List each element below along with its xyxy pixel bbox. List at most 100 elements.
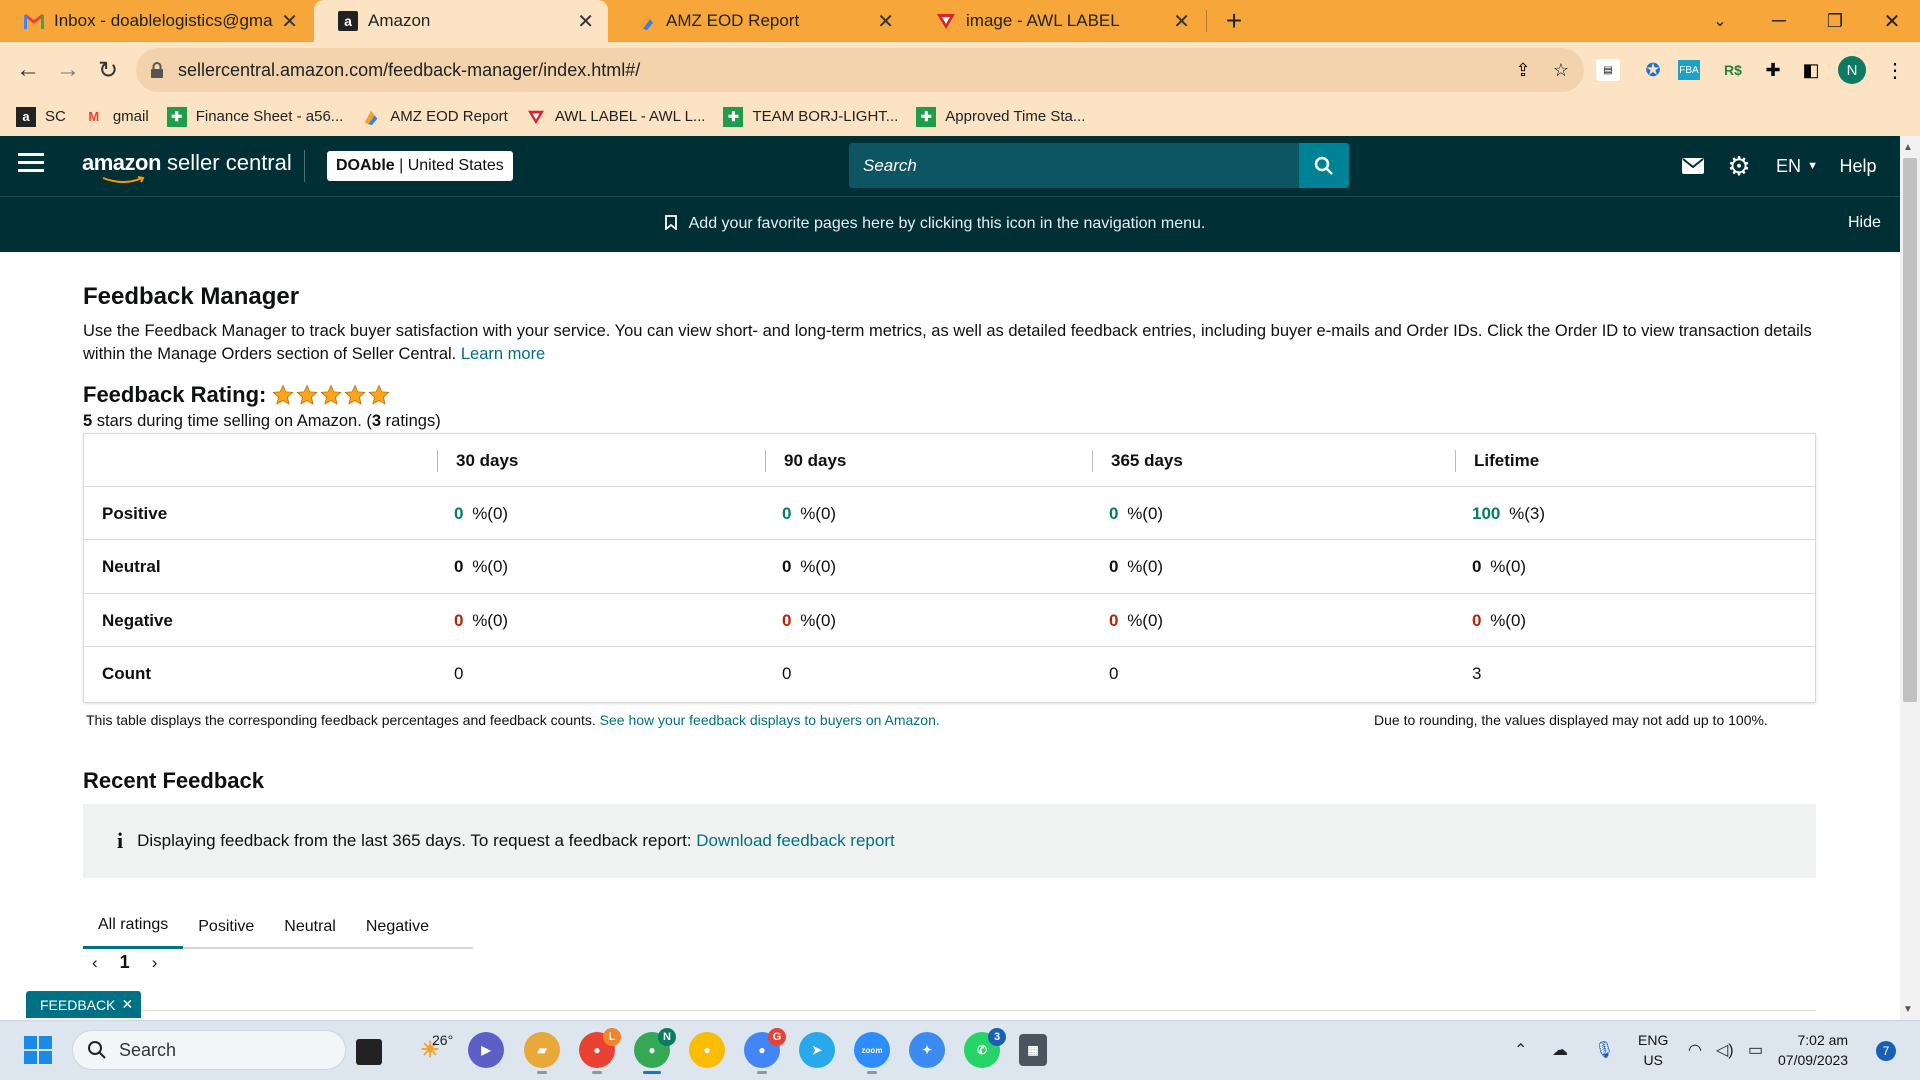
tab-search-chevron-icon[interactable]: ⌄ bbox=[1692, 0, 1748, 42]
windows-start-icon[interactable] bbox=[24, 1036, 52, 1064]
chrome-profile-n-icon[interactable]: ● N bbox=[634, 1028, 676, 1074]
table-cell: 0 %(0) bbox=[782, 541, 836, 594]
close-icon[interactable]: ✕ bbox=[1173, 9, 1190, 34]
restore-button[interactable]: ❐ bbox=[1807, 0, 1863, 42]
see-how-feedback-displays-link[interactable]: See how your feedback displays to buyers… bbox=[600, 712, 940, 728]
whatsapp-icon[interactable]: ✆ 3 bbox=[964, 1028, 1006, 1068]
count-value: 0 bbox=[782, 664, 792, 683]
store-separator: | bbox=[394, 157, 408, 174]
sheets-icon bbox=[361, 107, 381, 127]
bookmark-sc[interactable]: a SC bbox=[16, 106, 66, 127]
new-tab-button[interactable]: + bbox=[1206, 0, 1262, 42]
table-row: Negative 0 %(0) 0 %(0) 0 %(0) 0 %(0) bbox=[84, 594, 1815, 647]
gmail-icon bbox=[24, 11, 44, 31]
intro-text: Use the Feedback Manager to track buyer … bbox=[83, 322, 1812, 363]
task-view-icon[interactable] bbox=[356, 1039, 382, 1065]
tab-inbox[interactable]: Inbox - doablelogistics@gmail.com ✕ bbox=[0, 0, 312, 42]
bookmark-finance-sheet[interactable]: ✚ Finance Sheet - a56... bbox=[166, 106, 343, 127]
bookmark-star-icon[interactable]: ☆ bbox=[1546, 55, 1576, 85]
bookmark-gmail[interactable]: Mgmail bbox=[84, 107, 148, 127]
bookmark-team-borj[interactable]: ✚ TEAM BORJ-LIGHT... bbox=[723, 106, 898, 127]
chrome-profile-l-icon[interactable]: ● L bbox=[579, 1028, 621, 1074]
chevron-up-icon[interactable]: ⌃ bbox=[1514, 1040, 1527, 1060]
feedback-button[interactable]: FEEDBACK ✕ bbox=[26, 991, 142, 1018]
chrome-icon[interactable]: ● bbox=[689, 1032, 725, 1068]
share-icon[interactable]: ⇪ bbox=[1508, 55, 1538, 85]
close-icon[interactable]: ✕ bbox=[577, 9, 594, 34]
onedrive-icon[interactable]: ☁ bbox=[1552, 1040, 1568, 1060]
store-switcher[interactable]: DOAble | United States bbox=[327, 151, 513, 181]
input-language[interactable]: ENG US bbox=[1638, 1030, 1668, 1070]
summary-end: ratings) bbox=[381, 412, 441, 430]
menu-kebab-icon[interactable]: ⋮ bbox=[1880, 55, 1910, 85]
taskbar-search[interactable]: Search bbox=[72, 1030, 346, 1070]
wifi-icon[interactable]: ◠ bbox=[1688, 1040, 1702, 1060]
scroll-down-arrow-icon[interactable]: ▼ bbox=[1903, 1004, 1913, 1015]
bookmark-awl-label[interactable]: AWL LABEL - AWL L... bbox=[526, 107, 705, 127]
close-icon[interactable]: ✕ bbox=[121, 996, 133, 1013]
puzzle-icon[interactable]: ✚ bbox=[1758, 55, 1788, 85]
count-value: %(3) bbox=[1504, 503, 1545, 523]
file-explorer-icon[interactable]: ▰ bbox=[524, 1032, 560, 1074]
forward-button[interactable]: → bbox=[48, 50, 88, 90]
tab-all-ratings[interactable]: All ratings bbox=[83, 904, 184, 949]
summary-text: stars during time selling on Amazon. ( bbox=[92, 412, 372, 430]
hamburger-menu-icon[interactable] bbox=[18, 153, 44, 177]
extension-blue-icon[interactable]: ✪ bbox=[1638, 55, 1668, 85]
bookmark-approved-time[interactable]: ✚ Approved Time Sta... bbox=[916, 106, 1085, 127]
mail-icon[interactable] bbox=[1680, 153, 1706, 179]
count-value: %(0) bbox=[795, 610, 837, 630]
table-cell: 0 %(0) bbox=[782, 487, 836, 540]
learn-more-link[interactable]: Learn more bbox=[461, 345, 545, 363]
close-icon[interactable]: ✕ bbox=[281, 9, 298, 34]
hide-favorites-button[interactable]: Hide bbox=[1848, 214, 1881, 232]
reload-button[interactable]: ↻ bbox=[88, 50, 128, 90]
tab-neutral[interactable]: Neutral bbox=[269, 904, 351, 949]
seller-search-input[interactable] bbox=[849, 143, 1299, 188]
rating-filter-tabs: All ratings Positive Neutral Negative bbox=[83, 904, 473, 949]
scrollbar-thumb[interactable] bbox=[1903, 158, 1917, 702]
minimize-button[interactable]: ─ bbox=[1751, 0, 1807, 42]
chevron-right-icon[interactable]: › bbox=[152, 953, 158, 973]
microphone-icon[interactable]: 🎙 bbox=[1594, 1040, 1614, 1060]
scroll-up-arrow-icon[interactable]: ▲ bbox=[1903, 142, 1913, 153]
address-bar[interactable]: sellercentral.amazon.com/feedback-manage… bbox=[136, 48, 1584, 92]
table-header-row: 30 days 90 days 365 days Lifetime bbox=[84, 434, 1815, 487]
help-link[interactable]: Help bbox=[1838, 153, 1878, 179]
chevron-left-icon[interactable]: ‹ bbox=[92, 953, 98, 973]
tab-amz-eod-report[interactable]: AMZ EOD Report ✕ bbox=[612, 0, 908, 42]
close-icon[interactable]: ✕ bbox=[877, 9, 894, 34]
battery-icon[interactable]: ▭ bbox=[1748, 1040, 1763, 1060]
tab-awl-label[interactable]: image - AWL LABEL ✕ bbox=[912, 0, 1204, 42]
rs-extension-icon[interactable]: R$ bbox=[1718, 55, 1748, 85]
favorites-hint: Add your favorite pages here by clicking… bbox=[0, 196, 1870, 252]
chrome-profile-g-icon[interactable]: ● G bbox=[744, 1028, 786, 1074]
zoom-icon[interactable]: zoom bbox=[854, 1032, 890, 1074]
back-button[interactable]: ← bbox=[8, 50, 48, 90]
telegram-icon[interactable]: ➤ bbox=[799, 1032, 835, 1068]
table-cell: 0 %(0) bbox=[454, 541, 508, 594]
volume-icon[interactable]: ◁) bbox=[1716, 1040, 1734, 1060]
tab-positive[interactable]: Positive bbox=[183, 904, 269, 949]
bookmark-amz-eod[interactable]: AMZ EOD Report bbox=[361, 107, 508, 127]
cloud-app-icon[interactable]: ✦ bbox=[909, 1032, 945, 1068]
search-button[interactable] bbox=[1299, 143, 1349, 188]
teams-chat-icon[interactable]: ▶ bbox=[468, 1032, 504, 1068]
notification-badge[interactable]: 7 bbox=[1876, 1041, 1896, 1061]
extension-icon[interactable]: ▤ bbox=[1596, 59, 1620, 81]
settings-gear-icon[interactable]: ⚙ bbox=[1726, 151, 1752, 181]
tab-negative[interactable]: Negative bbox=[351, 904, 444, 949]
taskbar-clock[interactable]: 7:02 am 07/09/2023 bbox=[1778, 1030, 1848, 1070]
profile-avatar[interactable]: N bbox=[1838, 56, 1866, 84]
window-close-button[interactable]: ✕ bbox=[1864, 0, 1920, 42]
seller-central-logo[interactable]: amazon seller central bbox=[82, 150, 292, 183]
page-number[interactable]: 1 bbox=[120, 952, 130, 973]
side-panel-icon[interactable]: ◧ bbox=[1796, 55, 1826, 85]
fba-extension-icon[interactable]: FBA bbox=[1678, 60, 1700, 80]
language-selector[interactable]: EN ▼ bbox=[1773, 153, 1821, 179]
download-feedback-report-link[interactable]: Download feedback report bbox=[696, 831, 894, 851]
weather-widget[interactable]: ☀ 26° bbox=[412, 1032, 453, 1068]
language-label: EN bbox=[1776, 155, 1802, 176]
tab-amazon[interactable]: a Amazon ✕ bbox=[314, 0, 608, 42]
calculator-icon[interactable]: ▦ bbox=[1019, 1034, 1047, 1066]
